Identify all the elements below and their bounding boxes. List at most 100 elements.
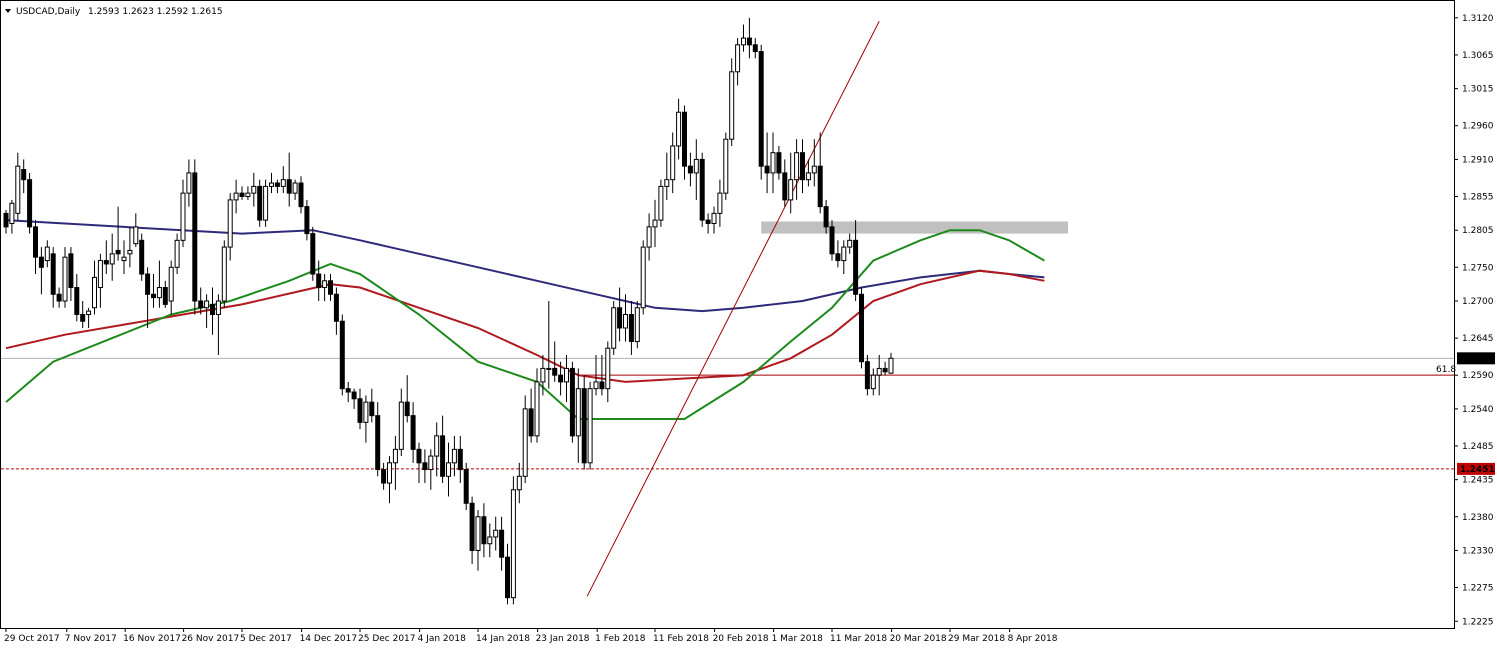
candle[interactable] [859, 287, 864, 369]
y-tick-label: 1.2750 [1462, 263, 1494, 273]
candle-body [811, 165, 817, 174]
x-tick-label: 29 Oct 2017 [4, 634, 60, 644]
candle-body [9, 202, 15, 224]
candle-body [416, 448, 422, 464]
candle-body [682, 111, 687, 167]
candle-body [687, 165, 693, 174]
candle[interactable] [510, 476, 516, 605]
candle-body [699, 158, 705, 221]
candle[interactable] [587, 381, 593, 470]
candle-body [534, 381, 540, 437]
x-tick-label: 4 Jan 2018 [418, 634, 466, 644]
candle-body [782, 172, 788, 201]
candle[interactable] [522, 395, 528, 484]
candle-body [151, 293, 156, 299]
x-tick-label: 11 Mar 2018 [830, 634, 887, 644]
candle-body [440, 435, 446, 477]
candle-body [505, 556, 510, 599]
candle-body [593, 381, 599, 390]
candle-body [640, 246, 646, 309]
candle[interactable] [640, 240, 646, 315]
candle-body [475, 516, 481, 551]
candle-body [882, 367, 888, 373]
candle-body [44, 246, 50, 262]
candle-body [876, 367, 882, 376]
candle-body [304, 206, 310, 235]
candle[interactable] [27, 172, 33, 234]
resistance-zone-layer [761, 221, 1068, 234]
candle-body [670, 145, 676, 181]
chart-container[interactable]: 1.3120 1.3065 1.3015 1.2960 1.2910 1.2855 1.28… [0, 0, 1497, 649]
candle[interactable] [611, 301, 617, 355]
candle[interactable] [221, 240, 227, 308]
candle[interactable] [634, 301, 640, 349]
candle-body [705, 219, 711, 224]
candle[interactable] [192, 159, 198, 315]
candle[interactable] [263, 179, 269, 227]
candle-body [404, 401, 410, 417]
x-tick-label: 11 Feb 2018 [653, 634, 709, 644]
candle-body [558, 374, 564, 383]
candle-body [274, 182, 280, 187]
candle-body [322, 280, 328, 289]
candle-body [56, 293, 62, 302]
candle-body [198, 300, 204, 309]
candle-body [617, 307, 623, 329]
candlestick-chart[interactable]: 1.3120 1.3065 1.3015 1.2960 1.2910 1.2855 1.28… [0, 0, 1497, 649]
candle-body [292, 182, 298, 194]
candle-body [723, 138, 729, 194]
candle[interactable] [569, 361, 575, 443]
candle-body [192, 172, 198, 302]
candle[interactable] [257, 179, 263, 227]
x-tick-label: 5 Dec 2017 [240, 634, 292, 644]
candle-body [381, 469, 387, 484]
candle-body [174, 239, 180, 268]
candle-body [693, 158, 699, 174]
x-tick-label: 1 Feb 2018 [595, 634, 646, 644]
candle[interactable] [139, 233, 145, 281]
candle[interactable] [729, 58, 735, 146]
price-axis: 1.3120 1.3065 1.3015 1.2960 1.2910 1.2855 1.28… [1454, 14, 1494, 627]
x-tick-label: 25 Dec 2017 [358, 634, 416, 644]
candle-body [788, 179, 794, 201]
candle[interactable] [463, 462, 469, 511]
candle[interactable] [658, 179, 664, 227]
candle-body [168, 266, 174, 302]
candle-body [286, 179, 292, 194]
candle-body [3, 212, 9, 228]
candle-body [758, 51, 764, 167]
candle-body [328, 280, 333, 295]
candle-body [493, 529, 499, 538]
header: USDCAD,Daily 1.2593 1.2623 1.2592 1.2615 [5, 7, 223, 17]
candle-body [569, 367, 575, 437]
candle[interactable] [758, 44, 764, 180]
candle-body [717, 192, 723, 214]
candle-body [817, 165, 823, 208]
candle-body [422, 462, 428, 471]
candle-body [186, 172, 192, 194]
candle[interactable] [723, 132, 729, 200]
candle-body [310, 233, 316, 275]
candle-body [841, 246, 847, 262]
candle-body [575, 388, 581, 437]
x-tick-label: 26 Nov 2017 [182, 634, 240, 644]
candle-body [853, 239, 859, 295]
candle[interactable] [339, 314, 345, 396]
candle-body [516, 475, 522, 491]
candle-body [339, 320, 345, 390]
candle-body [770, 152, 776, 174]
candle-body [623, 314, 628, 329]
candle[interactable] [699, 152, 705, 227]
candle[interactable] [310, 226, 316, 281]
candle-body [776, 152, 782, 174]
y-tick-label: 1.2805 [1462, 226, 1494, 236]
candle[interactable] [581, 375, 587, 470]
candle-body [133, 226, 139, 245]
current-price-label: 1.2615 [1460, 354, 1495, 364]
candle-body [611, 307, 617, 349]
candle-body [162, 287, 168, 305]
y-tick-label: 1.2275 [1462, 584, 1494, 594]
candle-body [375, 415, 381, 471]
candle-body [251, 185, 257, 194]
candle-body [369, 401, 375, 417]
